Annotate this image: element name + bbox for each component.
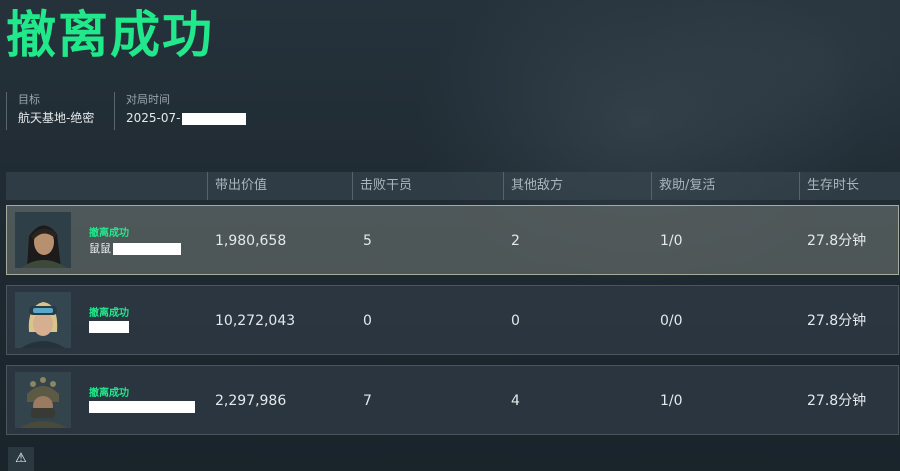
extract-value: 1,980,658 bbox=[215, 233, 287, 249]
survival-time: 27.8分钟 bbox=[807, 233, 867, 249]
redaction bbox=[113, 243, 181, 255]
player-avatar bbox=[15, 212, 71, 268]
player-row[interactable]: 撤离成功 2,297,986 7 4 1/0 27.8分钟 bbox=[6, 365, 899, 435]
player-name: 鼠鼠 bbox=[89, 242, 111, 255]
extract-status: 撤离成功 bbox=[89, 228, 129, 239]
time-value-wrap: 2025-07- bbox=[126, 108, 247, 128]
table-header: 带出价值 击败干员 其他敌方 救助/复活 生存时长 bbox=[6, 172, 900, 200]
player-name-wrap bbox=[89, 400, 195, 413]
kills-count: 5 bbox=[363, 233, 372, 249]
header-assists: 救助/复活 bbox=[651, 172, 715, 200]
player-avatar bbox=[15, 292, 71, 348]
header-value: 带出价值 bbox=[207, 172, 267, 200]
extract-status: 撤离成功 bbox=[89, 308, 129, 319]
redaction bbox=[89, 401, 195, 413]
header-other-enemies: 其他敌方 bbox=[503, 172, 563, 200]
extract-value: 10,272,043 bbox=[215, 313, 296, 329]
player-avatar bbox=[15, 372, 71, 428]
extract-status: 撤离成功 bbox=[89, 388, 129, 399]
meta-target: 目标 航天基地-绝密 bbox=[6, 92, 94, 130]
time-label: 对局时间 bbox=[126, 93, 170, 106]
survival-time: 27.8分钟 bbox=[807, 393, 867, 409]
other-enemies-count: 4 bbox=[511, 393, 520, 409]
assists-count: 1/0 bbox=[660, 393, 683, 409]
kills-count: 0 bbox=[363, 313, 372, 329]
redaction bbox=[182, 112, 247, 125]
target-value: 航天基地-绝密 bbox=[18, 111, 95, 125]
other-enemies-count: 0 bbox=[511, 313, 520, 329]
header-survival: 生存时长 bbox=[799, 172, 859, 200]
extract-value: 2,297,986 bbox=[215, 393, 287, 409]
header-kills: 击败干员 bbox=[352, 172, 412, 200]
page-title: 撤离成功 bbox=[6, 6, 214, 64]
kills-count: 7 bbox=[363, 393, 372, 409]
warning-icon[interactable]: ⚠ bbox=[8, 447, 34, 471]
time-value: 2025-07- bbox=[126, 111, 181, 125]
other-enemies-count: 2 bbox=[511, 233, 520, 249]
player-row[interactable]: 撤离成功 10,272,043 0 0 0/0 27.8分钟 bbox=[6, 285, 899, 355]
target-label: 目标 bbox=[18, 93, 40, 106]
meta-time: 对局时间 2025-07- bbox=[114, 92, 247, 130]
redaction bbox=[89, 321, 129, 333]
assists-count: 0/0 bbox=[660, 313, 683, 329]
assists-count: 1/0 bbox=[660, 233, 683, 249]
player-name-wrap: 鼠鼠 bbox=[89, 240, 181, 256]
player-row[interactable]: 撤离成功 鼠鼠 1,980,658 5 2 1/0 27.8分钟 bbox=[6, 205, 899, 275]
survival-time: 27.8分钟 bbox=[807, 313, 867, 329]
player-name-wrap bbox=[89, 320, 129, 333]
